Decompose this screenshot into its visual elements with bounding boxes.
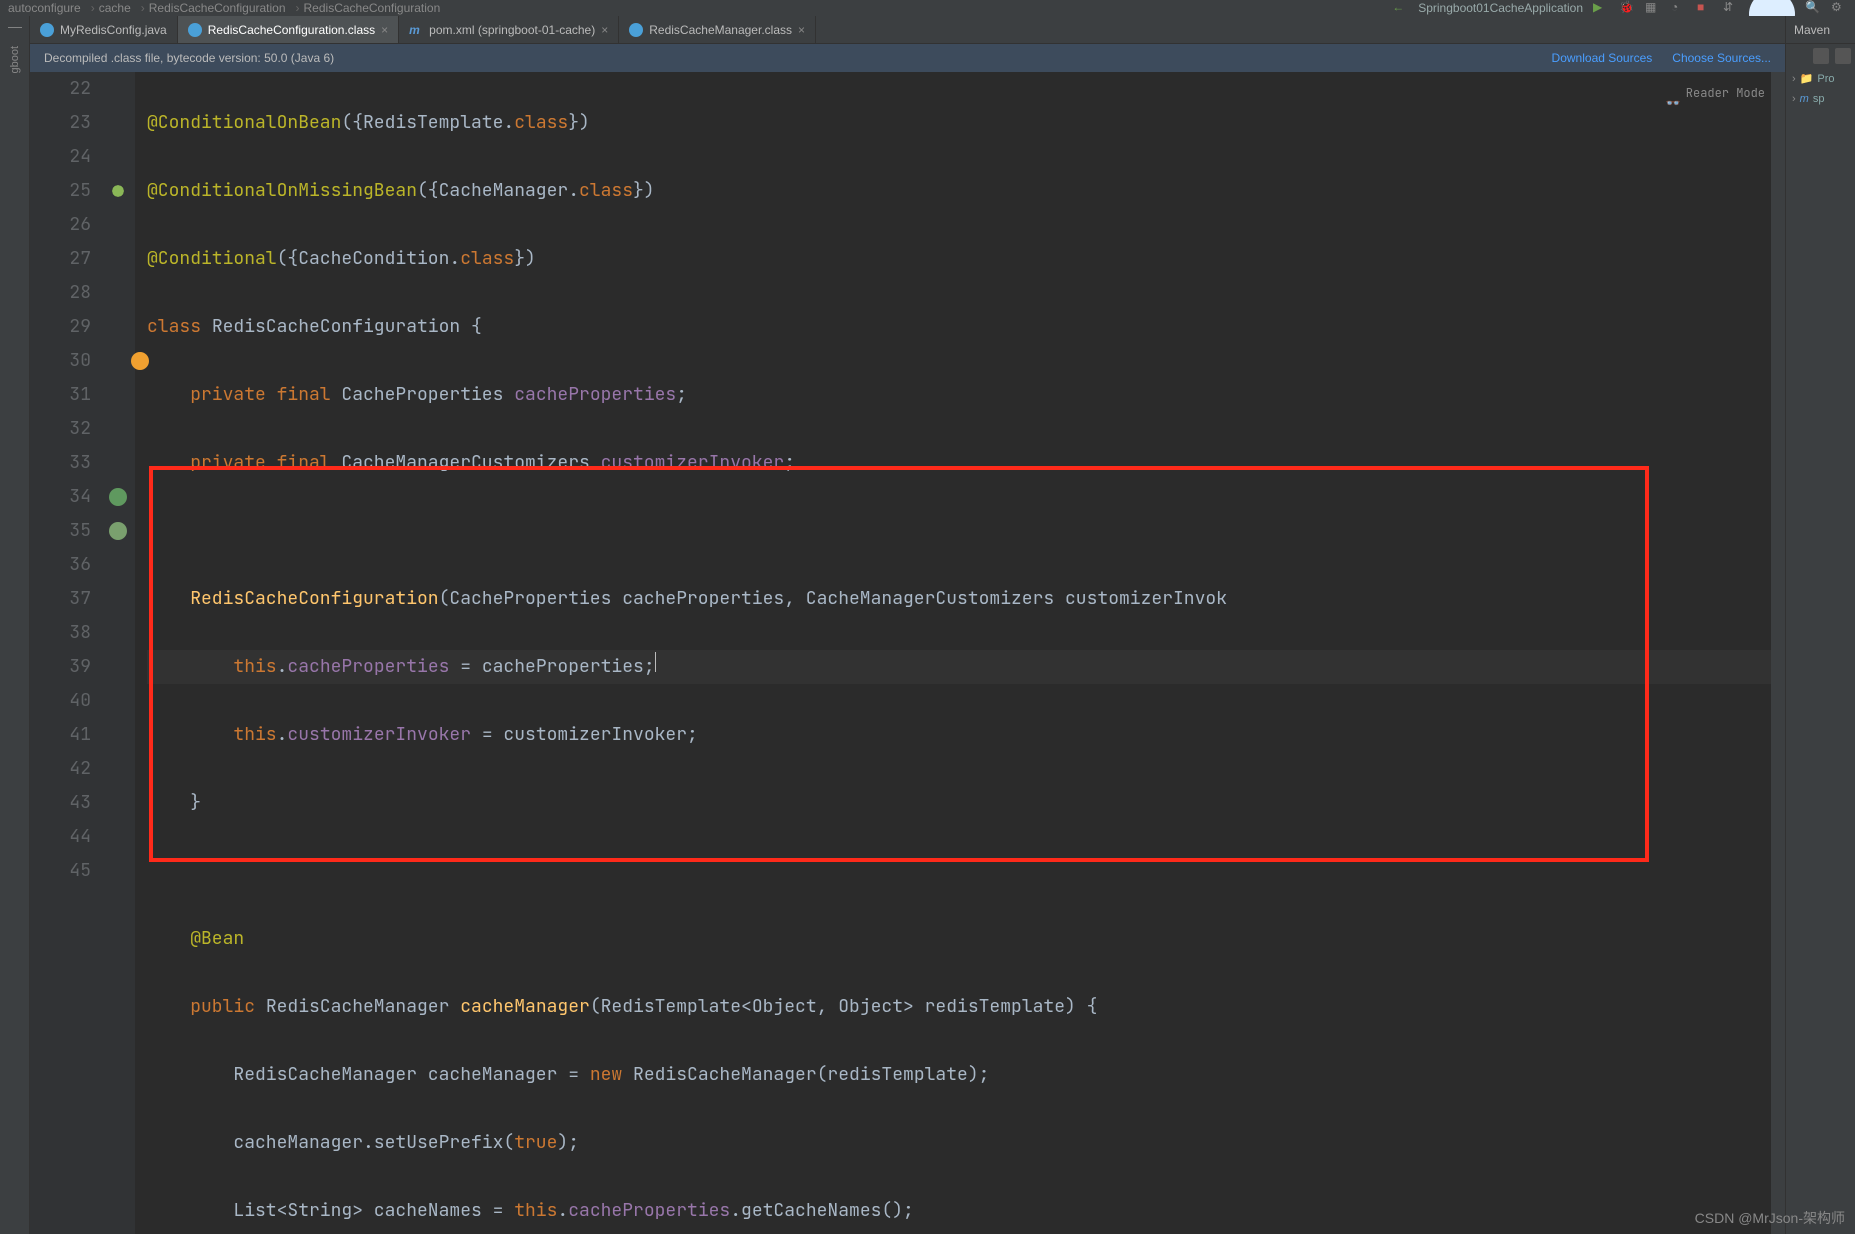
breadcrumb-item[interactable]: RedisCacheConfiguration: [149, 1, 286, 15]
tab-label: RedisCacheConfiguration.class: [208, 23, 375, 37]
breadcrumb-bar: autoconfigure › cache › RedisCacheConfigur…: [0, 0, 1855, 16]
line-number[interactable]: 42: [30, 752, 91, 786]
breadcrumb-item[interactable]: autoconfigure: [8, 1, 81, 15]
line-number[interactable]: 31: [30, 378, 91, 412]
maven-tree-item[interactable]: ›msp: [1786, 89, 1855, 109]
close-icon[interactable]: ×: [381, 23, 388, 37]
breadcrumb-sep: ›: [296, 1, 300, 15]
line-number[interactable]: 22: [30, 72, 91, 106]
maven-settings-icon[interactable]: [1835, 48, 1851, 64]
tab-pomxml[interactable]: m pom.xml (springboot-01-cache) ×: [399, 16, 619, 43]
line-number[interactable]: 38: [30, 616, 91, 650]
maven-panel-header[interactable]: Maven: [1786, 16, 1855, 44]
decompiled-banner: Decompiled .class file, bytecode version…: [30, 44, 1785, 72]
banner-text: Decompiled .class file, bytecode version…: [44, 51, 334, 65]
line-number[interactable]: 25: [30, 174, 91, 208]
avatar[interactable]: [1749, 0, 1795, 16]
minimize-icon[interactable]: —: [8, 18, 22, 34]
breadcrumb-sep: ›: [141, 1, 145, 15]
line-number[interactable]: 45: [30, 854, 91, 888]
editor-tabs: MyRedisConfig.java RedisCacheConfigurati…: [30, 16, 1785, 44]
tab-myredisconfig[interactable]: MyRedisConfig.java: [30, 16, 178, 43]
reader-mode-label: Reader Mode: [1686, 76, 1765, 110]
tab-label: MyRedisConfig.java: [60, 23, 167, 37]
line-number[interactable]: 40: [30, 684, 91, 718]
class-gutter-icon[interactable]: [109, 182, 127, 200]
refresh-icon[interactable]: [1813, 48, 1829, 64]
line-number[interactable]: 34: [30, 480, 91, 514]
line-number[interactable]: 30: [30, 344, 91, 378]
reader-mode-icon: 👓: [1666, 86, 1680, 100]
line-number[interactable]: 33: [30, 446, 91, 480]
run-config-dropdown[interactable]: Springboot01CacheApplication: [1418, 1, 1583, 15]
line-number[interactable]: 35: [30, 514, 91, 548]
close-icon[interactable]: ×: [601, 23, 608, 37]
chevron-right-icon: ›: [1792, 93, 1796, 105]
maven-toolbar: [1786, 44, 1855, 68]
override-gutter-icon[interactable]: [109, 522, 127, 540]
run-icon[interactable]: ▶: [1593, 0, 1609, 16]
download-sources-link[interactable]: Download Sources: [1552, 51, 1653, 65]
line-number[interactable]: 39: [30, 650, 91, 684]
line-number-gutter[interactable]: 2223242526272829303132333435363738394041…: [30, 72, 105, 1234]
debug-icon[interactable]: 🐞: [1619, 0, 1635, 16]
line-number[interactable]: 29: [30, 310, 91, 344]
maven-tree-item[interactable]: ›📁Pro: [1786, 68, 1855, 89]
left-tool-window-bar[interactable]: — gboot: [0, 16, 30, 1234]
git-icon[interactable]: ⇵: [1723, 0, 1739, 16]
breadcrumb-sep: ›: [91, 1, 95, 15]
implements-gutter-icon[interactable]: [109, 488, 127, 506]
line-number[interactable]: 28: [30, 276, 91, 310]
code-area[interactable]: @ConditionalOnBean({RedisTemplate.class}…: [135, 72, 1785, 1234]
line-number[interactable]: 36: [30, 548, 91, 582]
line-number[interactable]: 26: [30, 208, 91, 242]
coverage-icon[interactable]: ▦: [1645, 0, 1661, 16]
java-file-icon: [40, 23, 54, 37]
line-number[interactable]: 37: [30, 582, 91, 616]
vertical-scrollbar[interactable]: [1771, 72, 1785, 1234]
settings-icon[interactable]: ⚙: [1831, 0, 1847, 16]
reader-mode-toggle[interactable]: 👓 Reader Mode: [1666, 76, 1765, 110]
line-number[interactable]: 44: [30, 820, 91, 854]
line-number[interactable]: 23: [30, 106, 91, 140]
tab-label: RedisCacheManager.class: [649, 23, 792, 37]
chevron-right-icon: ›: [1792, 73, 1796, 85]
class-file-icon: [629, 23, 643, 37]
choose-sources-link[interactable]: Choose Sources...: [1672, 51, 1771, 65]
stop-icon[interactable]: ■: [1697, 0, 1713, 16]
gutter-icons: [105, 72, 135, 1234]
tab-rediscachemanager[interactable]: RedisCacheManager.class ×: [619, 16, 816, 43]
right-tool-window: Maven ›📁Pro ›msp: [1785, 16, 1855, 1234]
line-number[interactable]: 41: [30, 718, 91, 752]
tab-label: pom.xml (springboot-01-cache): [429, 23, 595, 37]
code-editor[interactable]: 👓 Reader Mode 22232425262728293031323334…: [30, 72, 1785, 1234]
line-number[interactable]: 32: [30, 412, 91, 446]
search-icon[interactable]: 🔍: [1805, 0, 1821, 16]
back-icon[interactable]: ←: [1392, 0, 1408, 16]
breadcrumb-item[interactable]: cache: [99, 1, 131, 15]
tab-rediscacheconfiguration[interactable]: RedisCacheConfiguration.class ×: [178, 16, 399, 43]
line-number[interactable]: 43: [30, 786, 91, 820]
class-file-icon: [188, 23, 202, 37]
line-number[interactable]: 24: [30, 140, 91, 174]
profile-icon[interactable]: ◔: [1671, 0, 1687, 16]
close-icon[interactable]: ×: [798, 23, 805, 37]
watermark: CSDN @MrJson-架构师: [1695, 1208, 1845, 1228]
maven-file-icon: m: [409, 23, 423, 37]
left-tool-label[interactable]: gboot: [9, 46, 21, 74]
breadcrumb-item[interactable]: RedisCacheConfiguration: [304, 1, 441, 15]
line-number[interactable]: 27: [30, 242, 91, 276]
